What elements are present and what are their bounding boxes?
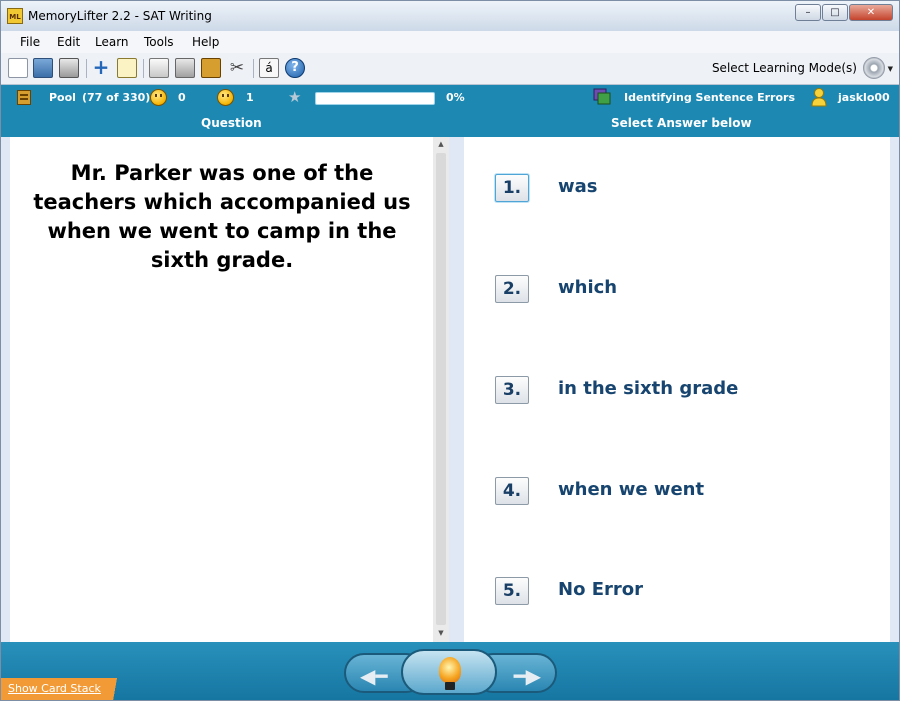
add-icon[interactable]: + — [91, 57, 111, 78]
show-card-stack-link[interactable]: Show Card Stack — [8, 682, 101, 695]
answer-option[interactable]: 4. when we went — [495, 477, 865, 507]
toolbar-separator — [253, 59, 254, 78]
correct-count: 0 — [178, 91, 186, 104]
open-folder-icon[interactable] — [33, 58, 53, 78]
print-icon[interactable] — [59, 58, 79, 78]
answer-header: Select Answer below — [611, 116, 752, 130]
answer-text[interactable]: was — [558, 176, 598, 197]
print-cards-icon[interactable] — [175, 58, 195, 78]
menu-edit[interactable]: Edit — [57, 35, 80, 49]
learning-mode-label[interactable]: Select Learning Mode(s) — [712, 61, 857, 75]
scroll-down-icon[interactable]: ▼ — [433, 629, 449, 637]
arrow-left-icon: ◀━ — [360, 664, 388, 688]
answer-number-button[interactable]: 4. — [495, 477, 529, 505]
answer-text[interactable]: No Error — [558, 579, 643, 600]
toolbar: + ✂ á ? Select Learning Mode(s) ▼ — [1, 53, 899, 85]
question-panel: Mr. Parker was one of the teachers which… — [10, 137, 433, 642]
answer-option[interactable]: 3. in the sixth grade — [495, 376, 865, 406]
menu-bar: File Edit Learn Tools Help — [1, 31, 899, 53]
window-title: MemoryLifter 2.2 - SAT Writing — [28, 9, 212, 23]
username[interactable]: jasklo00 — [838, 91, 890, 104]
answer-option[interactable]: 5. No Error — [495, 577, 865, 607]
edit-icon[interactable] — [117, 58, 137, 78]
star-icon: ★ — [288, 88, 302, 106]
minimize-button[interactable]: – — [795, 4, 821, 21]
status-bar: Pool (77 of 330) 0 1 ★ 0% Identifying Se… — [1, 85, 899, 111]
bottom-bar: ◀━ ━▶ — [1, 642, 899, 700]
gear-icon[interactable] — [863, 57, 885, 79]
chapter-boxes-icon — [593, 88, 611, 105]
menu-help[interactable]: Help — [192, 35, 219, 49]
lightbulb-base — [445, 682, 455, 690]
lightbulb-icon — [439, 657, 461, 683]
help-icon[interactable]: ? — [285, 58, 305, 78]
presentation-icon[interactable] — [149, 58, 169, 78]
progress-bar — [315, 92, 435, 105]
chevron-down-icon[interactable]: ▼ — [888, 65, 893, 73]
special-char-icon[interactable]: á — [259, 58, 279, 78]
tools-icon[interactable]: ✂ — [227, 58, 247, 78]
maximize-button[interactable]: □ — [822, 4, 848, 21]
new-file-icon[interactable] — [8, 58, 28, 78]
scroll-up-icon[interactable]: ▲ — [433, 140, 449, 148]
answer-number-button[interactable]: 1. — [495, 174, 529, 202]
question-text: Mr. Parker was one of the teachers which… — [33, 161, 411, 272]
answer-option[interactable]: 2. which — [495, 275, 865, 305]
close-button[interactable]: ✕ — [849, 4, 893, 21]
sad-smiley-icon — [217, 89, 234, 106]
pool-box-icon — [17, 90, 31, 105]
answer-text[interactable]: when we went — [558, 479, 704, 500]
toolbar-separator — [143, 59, 144, 78]
title-bar: ML MemoryLifter 2.2 - SAT Writing – □ ✕ — [1, 1, 899, 31]
answer-panel: 1. was 2. which 3. in the sixth grade 4.… — [464, 137, 890, 642]
window-controls: – □ ✕ — [794, 4, 893, 21]
wrong-count: 1 — [246, 91, 254, 104]
answer-option[interactable]: 1. was — [495, 174, 865, 204]
menu-learn[interactable]: Learn — [95, 35, 129, 49]
answer-text[interactable]: in the sixth grade — [558, 378, 738, 399]
progress-percent: 0% — [446, 91, 465, 104]
hint-button[interactable] — [401, 649, 497, 695]
pool-label: Pool — [49, 91, 76, 104]
card-stack-tab: Show Card Stack — [1, 678, 129, 700]
qa-header: Question Select Answer below — [1, 111, 899, 137]
answer-number-button[interactable]: 3. — [495, 376, 529, 404]
menu-file[interactable]: File — [20, 35, 40, 49]
question-scrollbar[interactable]: ▲ ▼ — [433, 137, 449, 642]
user-icon — [811, 88, 827, 107]
happy-smiley-icon — [150, 89, 167, 106]
app-logo-icon: ML — [7, 8, 23, 24]
box-icon[interactable] — [201, 58, 221, 78]
arrow-right-icon: ━▶ — [513, 664, 541, 688]
answer-number-button[interactable]: 5. — [495, 577, 529, 605]
question-header: Question — [201, 116, 262, 130]
answer-text[interactable]: which — [558, 277, 617, 298]
chapter-label[interactable]: Identifying Sentence Errors — [624, 91, 795, 104]
toolbar-separator — [86, 59, 87, 78]
pool-count: (77 of 330) — [82, 91, 151, 104]
scroll-thumb[interactable] — [436, 153, 446, 625]
menu-tools[interactable]: Tools — [144, 35, 174, 49]
app-window: ML MemoryLifter 2.2 - SAT Writing – □ ✕ … — [0, 0, 900, 701]
answer-number-button[interactable]: 2. — [495, 275, 529, 303]
